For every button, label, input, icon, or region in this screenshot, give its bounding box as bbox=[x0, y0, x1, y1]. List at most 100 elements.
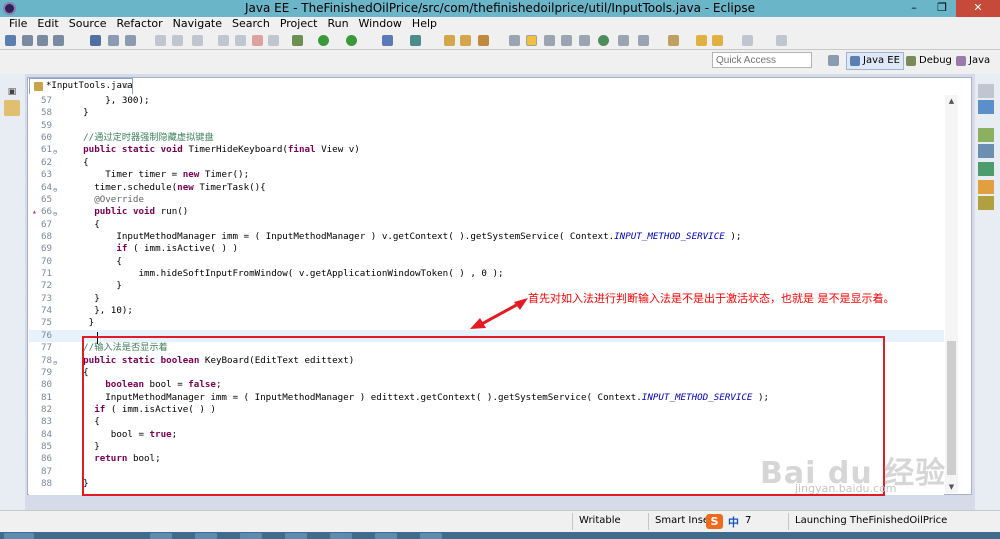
disabled-tool-icon bbox=[172, 35, 183, 46]
restore-icon[interactable]: ▣ bbox=[4, 84, 20, 100]
pin-icon[interactable] bbox=[742, 35, 753, 46]
taskbar-app-icon[interactable] bbox=[330, 533, 352, 539]
menu-search[interactable]: Search bbox=[227, 17, 275, 32]
menu-navigate[interactable]: Navigate bbox=[168, 17, 227, 32]
world-icon[interactable] bbox=[598, 35, 609, 46]
code-line[interactable]: 61 ⊖ public static void TimerHideKeyboard… bbox=[29, 144, 944, 156]
line-number: 77 bbox=[41, 342, 53, 354]
highlight-icon[interactable] bbox=[526, 35, 537, 46]
back-icon[interactable] bbox=[696, 35, 707, 46]
minimize-button[interactable]: – bbox=[900, 0, 928, 17]
taskbar-app-icon[interactable] bbox=[420, 533, 442, 539]
problems-icon[interactable] bbox=[978, 144, 994, 158]
annotation-icon[interactable] bbox=[509, 35, 520, 46]
pencil-icon[interactable] bbox=[478, 35, 489, 46]
taskbar-app-icon[interactable] bbox=[195, 533, 217, 539]
line-number: 76 bbox=[41, 329, 53, 341]
menu-window[interactable]: Window bbox=[354, 17, 407, 32]
code-line[interactable]: 62 { bbox=[29, 157, 944, 169]
scroll-up-icon[interactable]: ▲ bbox=[945, 95, 958, 107]
perspective-java-ee[interactable]: Java EE bbox=[846, 52, 904, 70]
block-select-icon[interactable] bbox=[544, 35, 555, 46]
gear-icon[interactable] bbox=[292, 35, 303, 46]
ime-chinese-mode[interactable]: 中 bbox=[728, 514, 739, 530]
editor-scrollbar[interactable]: ▲ ▼ bbox=[945, 95, 958, 493]
code-line[interactable]: 70 { bbox=[29, 256, 944, 268]
line-number: 74 bbox=[41, 305, 53, 317]
package-icon[interactable] bbox=[460, 35, 471, 46]
code-line[interactable]: 69 if ( imm.isActive( ) ) bbox=[29, 243, 944, 255]
open-folder-icon[interactable] bbox=[444, 35, 455, 46]
menu-run[interactable]: Run bbox=[322, 17, 353, 32]
tab-close-icon[interactable]: ☒ bbox=[123, 79, 128, 94]
code-line[interactable]: 68 InputMethodManager imm = ( InputMetho… bbox=[29, 231, 944, 243]
perspective-debug[interactable]: Debug bbox=[902, 52, 956, 70]
taskbar-app-icon[interactable] bbox=[375, 533, 397, 539]
scroll-down-icon[interactable]: ▼ bbox=[945, 481, 958, 493]
whitespace-icon[interactable] bbox=[561, 35, 572, 46]
perspective-java[interactable]: Java bbox=[952, 52, 994, 70]
external-tools-icon[interactable] bbox=[346, 35, 357, 46]
perspective-label: Debug bbox=[919, 55, 952, 66]
globe-icon[interactable] bbox=[410, 35, 421, 46]
code-line[interactable]: 57 }, 300); bbox=[29, 95, 944, 107]
code-line[interactable]: 66 ⊖ ▴ public void run() bbox=[29, 206, 944, 218]
code-line[interactable]: 67 { bbox=[29, 219, 944, 231]
menu-source[interactable]: Source bbox=[64, 17, 112, 32]
code-line[interactable]: 59 bbox=[29, 120, 944, 132]
new-icon[interactable] bbox=[5, 35, 16, 46]
resume-icon bbox=[218, 35, 229, 46]
package-explorer-icon[interactable] bbox=[4, 100, 20, 116]
menu-refactor[interactable]: Refactor bbox=[112, 17, 168, 32]
disabled-tool-icon bbox=[192, 35, 203, 46]
java-icon bbox=[956, 56, 966, 66]
code-line[interactable]: 64 ⊖ timer.schedule(new TimerTask(){ bbox=[29, 182, 944, 194]
outline-icon[interactable] bbox=[978, 100, 994, 114]
maximize-button[interactable]: ❐ bbox=[928, 0, 956, 17]
prev-annotation-icon[interactable] bbox=[638, 35, 649, 46]
code-line[interactable]: 60 //通过定时器强制隐藏虚拟键盘 bbox=[29, 132, 944, 144]
taskbar-app-icon[interactable] bbox=[285, 533, 307, 539]
scroll-thumb[interactable] bbox=[947, 341, 956, 475]
code-line[interactable]: 65 @Override bbox=[29, 194, 944, 206]
declaration-icon[interactable] bbox=[978, 180, 994, 194]
taskbar-app-icon[interactable] bbox=[150, 533, 172, 539]
line-number: 62 bbox=[41, 156, 53, 168]
start-button[interactable] bbox=[4, 533, 34, 539]
code-text: } bbox=[61, 317, 95, 329]
save-icon[interactable] bbox=[22, 35, 33, 46]
code-line[interactable]: 71 imm.hideSoftInputFromWindow( v.getApp… bbox=[29, 268, 944, 280]
code-text: { bbox=[61, 218, 100, 230]
run-icon[interactable] bbox=[318, 35, 329, 46]
task-list-icon[interactable] bbox=[978, 128, 994, 142]
search-toolbar-icon[interactable] bbox=[125, 35, 136, 46]
new-server-icon[interactable] bbox=[382, 35, 393, 46]
code-line[interactable]: 63 Timer timer = new Timer(); bbox=[29, 169, 944, 181]
code-line[interactable]: 58 } bbox=[29, 107, 944, 119]
print-icon[interactable] bbox=[53, 35, 64, 46]
debug-config-icon[interactable] bbox=[90, 35, 101, 46]
console-icon[interactable] bbox=[978, 196, 994, 210]
save-all-icon[interactable] bbox=[37, 35, 48, 46]
line-number: 65 bbox=[41, 193, 53, 205]
menu-file[interactable]: File bbox=[4, 17, 32, 32]
quick-access-input[interactable] bbox=[712, 52, 812, 68]
taskbar-app-icon[interactable] bbox=[240, 533, 262, 539]
progress-status[interactable]: Launching TheFinishedOilPrice bbox=[795, 515, 947, 526]
next-annotation-icon[interactable] bbox=[618, 35, 629, 46]
show-whitespace-icon[interactable] bbox=[579, 35, 590, 46]
editor-tab[interactable]: *InputTools.java ☒ bbox=[29, 78, 133, 94]
status-divider bbox=[788, 513, 789, 530]
forward-icon[interactable] bbox=[712, 35, 723, 46]
menu-project[interactable]: Project bbox=[275, 17, 323, 32]
menu-edit[interactable]: Edit bbox=[32, 17, 63, 32]
code-text: public void run() bbox=[94, 206, 189, 218]
close-button[interactable]: ✕ bbox=[956, 0, 1000, 17]
sogou-ime-icon[interactable]: S bbox=[706, 514, 723, 529]
menu-help[interactable]: Help bbox=[407, 17, 442, 32]
open-type-icon[interactable] bbox=[108, 35, 119, 46]
last-edit-icon[interactable] bbox=[668, 35, 679, 46]
restore-icon[interactable] bbox=[978, 84, 994, 98]
javadoc-icon[interactable] bbox=[978, 162, 994, 176]
open-perspective-icon[interactable] bbox=[828, 55, 839, 66]
